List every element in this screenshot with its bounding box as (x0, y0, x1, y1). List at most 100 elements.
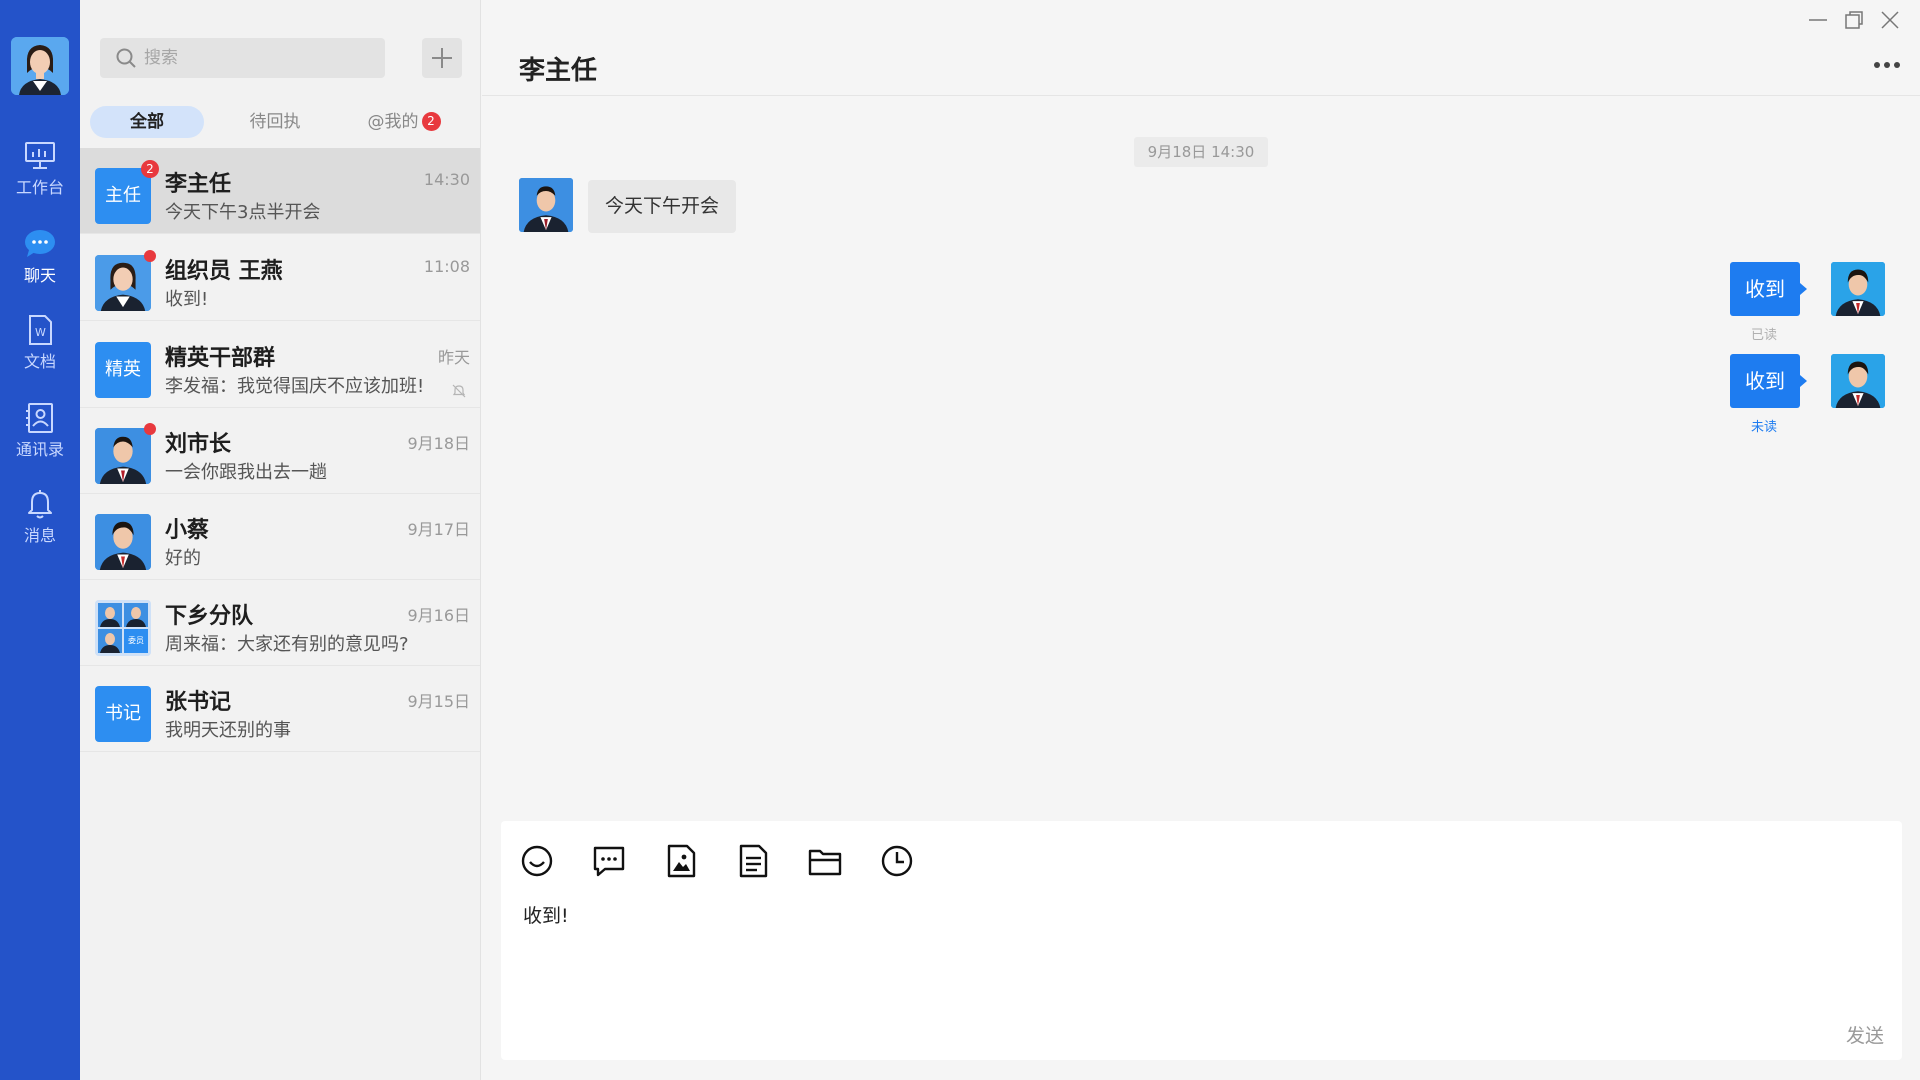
search-icon (116, 48, 136, 68)
nav-label: 通讯录 (15, 440, 64, 459)
sender-avatar[interactable] (519, 178, 573, 232)
nav-chat[interactable]: 聊天 (0, 228, 80, 286)
conversation-name: 小蔡 (165, 518, 210, 543)
conversation-name: 张书记 (165, 690, 232, 715)
avatar: 精英 (95, 342, 151, 398)
emoji-icon[interactable] (519, 843, 555, 879)
chat-icon (25, 230, 55, 257)
more-icon[interactable] (1872, 58, 1902, 72)
conversation-preview: 周来福：大家还有别的意见吗? (165, 634, 409, 655)
mentions-badge: 2 (421, 112, 441, 131)
chat-panel: 李主任 9月18日 14:30 今天下午开会 收到 已读 收到 未读 收到! 发… (482, 0, 1920, 1080)
incoming-message[interactable]: 今天下午开会 (588, 180, 737, 233)
conversation-item[interactable]: 小蔡 好的 9月17日 (80, 494, 480, 580)
avatar-text: 精英 (105, 359, 141, 380)
conversation-time: 9月16日 (407, 606, 470, 625)
message-timestamp: 9月18日 14:30 (1134, 137, 1268, 167)
nav-label: 消息 (23, 526, 56, 545)
nav-label: 聊天 (23, 266, 56, 285)
conversation-item[interactable]: 精英 精英干部群 李发福：我觉得国庆不应该加班! 昨天 (80, 322, 480, 408)
folder-icon[interactable] (807, 843, 843, 879)
chat-title: 李主任 (519, 56, 598, 86)
outgoing-message[interactable]: 收到 (1730, 262, 1807, 316)
group-tag: 委员 (128, 636, 144, 645)
plus-icon (432, 48, 452, 68)
left-nav-rail: 工作台 聊天 W 文档 通讯录 消息 (0, 0, 80, 1080)
tab-pending-receipt[interactable]: 待回执 (218, 106, 332, 138)
conversation-preview: 李发福：我觉得国庆不应该加班! (165, 376, 425, 397)
conversation-name: 组织员 王燕 (165, 259, 283, 284)
search-input[interactable] (144, 38, 374, 78)
conversation-name: 刘市长 (165, 432, 232, 457)
search-box (100, 38, 385, 78)
close-icon[interactable] (1879, 10, 1901, 30)
conversation-item[interactable]: 刘市长 一会你跟我出去一趟 9月18日 (80, 408, 480, 494)
unread-dot (144, 423, 156, 435)
conversation-name: 精英干部群 (165, 346, 276, 371)
conversation-time: 昨天 (437, 348, 470, 367)
bell-icon (28, 490, 52, 519)
conversation-item[interactable]: 书记 张书记 我明天还别的事 9月15日 (80, 666, 480, 752)
conversation-preview: 一会你跟我出去一趟 (165, 462, 327, 483)
my-avatar[interactable] (11, 37, 69, 95)
mute-bell-icon (452, 384, 466, 398)
file-icon[interactable] (735, 843, 771, 879)
conversation-list-panel: 全部 待回执 @我的2 主任 2 李主任 今天下午3点半开会 14:30 (80, 0, 481, 1080)
avatar: 书记 (95, 686, 151, 742)
avatar (95, 423, 156, 484)
nav-contacts[interactable]: 通讯录 (0, 402, 80, 460)
minimize-icon[interactable] (1807, 10, 1829, 30)
svg-text:W: W (35, 326, 46, 339)
nav-workbench[interactable]: 工作台 (0, 140, 80, 198)
my-message-avatar[interactable] (1831, 262, 1885, 316)
conversation-item[interactable]: 主任 2 李主任 今天下午3点半开会 14:30 (80, 148, 480, 234)
nav-notifications[interactable]: 消息 (0, 488, 80, 546)
unread-badge: 2 (141, 160, 159, 178)
image-icon[interactable] (663, 843, 699, 879)
avatar: 主任 2 (95, 160, 159, 224)
conversation-time: 14:30 (423, 170, 470, 189)
conversation-time: 9月18日 (407, 434, 470, 453)
tab-label: 待回执 (249, 112, 301, 132)
tab-mentions[interactable]: @我的 2 (342, 106, 466, 138)
document-icon: W (29, 315, 52, 345)
conversation-preview: 今天下午3点半开会 (165, 202, 321, 223)
read-receipt: 已读 (1750, 328, 1777, 343)
my-message-avatar[interactable] (1831, 354, 1885, 408)
nav-label: 文档 (23, 352, 56, 371)
avatar (95, 250, 156, 311)
add-button[interactable] (422, 38, 462, 78)
conversation-item[interactable]: 组织员 王燕 收到! 11:08 (80, 235, 480, 321)
filter-tabs: 全部 待回执 @我的 2 (90, 106, 471, 138)
unread-dot (144, 250, 156, 262)
conversation-preview: 收到! (165, 289, 209, 310)
tab-all[interactable]: 全部 (90, 106, 204, 138)
conversation-item[interactable]: 委员 下乡分队 周来福：大家还有别的意见吗? 9月16日 (80, 580, 480, 666)
avatar (95, 514, 151, 570)
unread-receipt: 未读 (1750, 420, 1777, 435)
conversation-time: 11:08 (423, 257, 470, 276)
avatar-text: 主任 (105, 185, 141, 206)
conversation-time: 9月17日 (407, 520, 470, 539)
outgoing-message[interactable]: 收到 (1730, 354, 1807, 408)
conversation-preview: 好的 (165, 548, 201, 569)
tab-label: @我的 (367, 112, 419, 132)
nav-documents[interactable]: W 文档 (0, 314, 80, 372)
avatar-text: 书记 (105, 703, 141, 724)
conversation-name: 李主任 (165, 172, 232, 197)
history-clock-icon[interactable] (879, 843, 915, 879)
conversation-time: 9月15日 (407, 692, 470, 711)
quick-reply-icon[interactable] (591, 843, 627, 879)
send-button[interactable]: 发送 (1846, 1021, 1884, 1048)
tab-label: 全部 (130, 112, 164, 132)
message-composer: 收到! 发送 (501, 821, 1902, 1060)
restore-icon[interactable] (1843, 10, 1865, 30)
group-avatar: 委员 (95, 600, 151, 656)
chat-header: 李主任 (482, 0, 1920, 96)
conversation-preview: 我明天还别的事 (165, 720, 291, 741)
monitor-icon (25, 142, 55, 169)
contacts-icon (26, 403, 53, 433)
nav-label: 工作台 (15, 178, 64, 197)
message-input[interactable]: 收到! (523, 901, 1883, 1011)
conversation-name: 下乡分队 (165, 604, 254, 629)
